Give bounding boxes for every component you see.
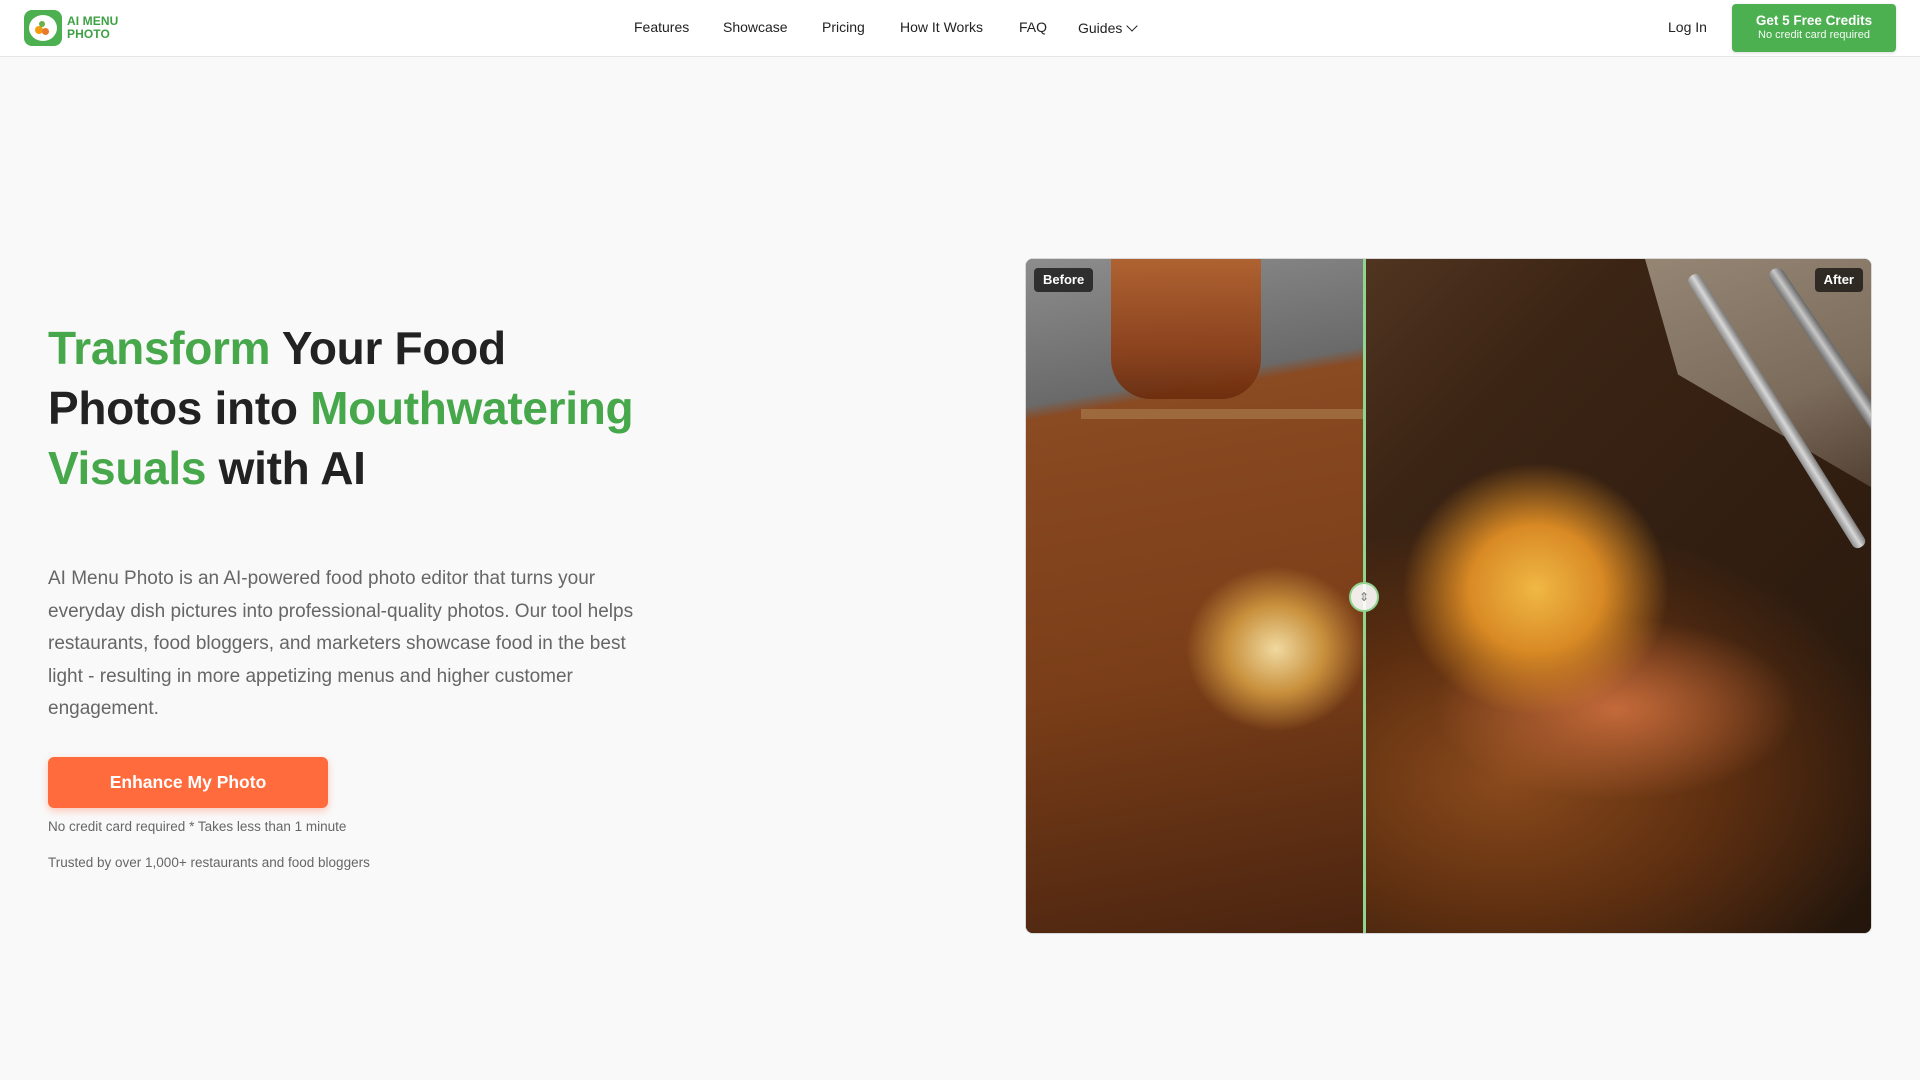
hero-title: Transform Your Food Photos into Mouthwat… (48, 318, 668, 498)
hero-description: AI Menu Photo is an AI-powered food phot… (48, 568, 634, 719)
free-credits-subtitle: No credit card required (1758, 29, 1870, 41)
nav-guides-dropdown[interactable]: Guides (1078, 19, 1139, 36)
hero-title-text-2: with AI (206, 442, 366, 494)
board-edge-shape (1081, 409, 1364, 419)
drag-handle-icon[interactable]: ⇕ (1349, 582, 1379, 612)
login-link[interactable]: Log In (1668, 19, 1707, 35)
nav-guides-label: Guides (1078, 20, 1123, 36)
before-after-comparison[interactable]: ⇕ Before After (1025, 258, 1872, 934)
hero-title-highlight-1: Transform (48, 322, 271, 374)
trusted-by-note: Trusted by over 1,000+ restaurants and f… (48, 855, 370, 870)
site-header: AI MENU PHOTO Features Showcase Pricing … (0, 0, 1920, 57)
nav-showcase[interactable]: Showcase (723, 19, 788, 35)
free-credits-button[interactable]: Get 5 Free Credits No credit card requir… (1732, 4, 1896, 52)
before-photo (1026, 259, 1364, 933)
nav-faq[interactable]: FAQ (1019, 19, 1047, 35)
nav-features[interactable]: Features (634, 19, 689, 35)
nav-pricing[interactable]: Pricing (822, 19, 865, 35)
after-badge: After (1814, 268, 1863, 292)
enhance-photo-button[interactable]: Enhance My Photo (48, 757, 328, 808)
free-credits-title: Get 5 Free Credits (1755, 13, 1873, 28)
main-nav: Features Showcase Pricing How It Works F… (0, 0, 1920, 57)
no-credit-card-note: No credit card required * Takes less tha… (48, 819, 347, 834)
before-badge: Before (1034, 268, 1094, 292)
glass-shape (1111, 259, 1261, 399)
chevron-down-icon (1126, 19, 1139, 32)
nav-how-it-works[interactable]: How It Works (900, 19, 983, 35)
